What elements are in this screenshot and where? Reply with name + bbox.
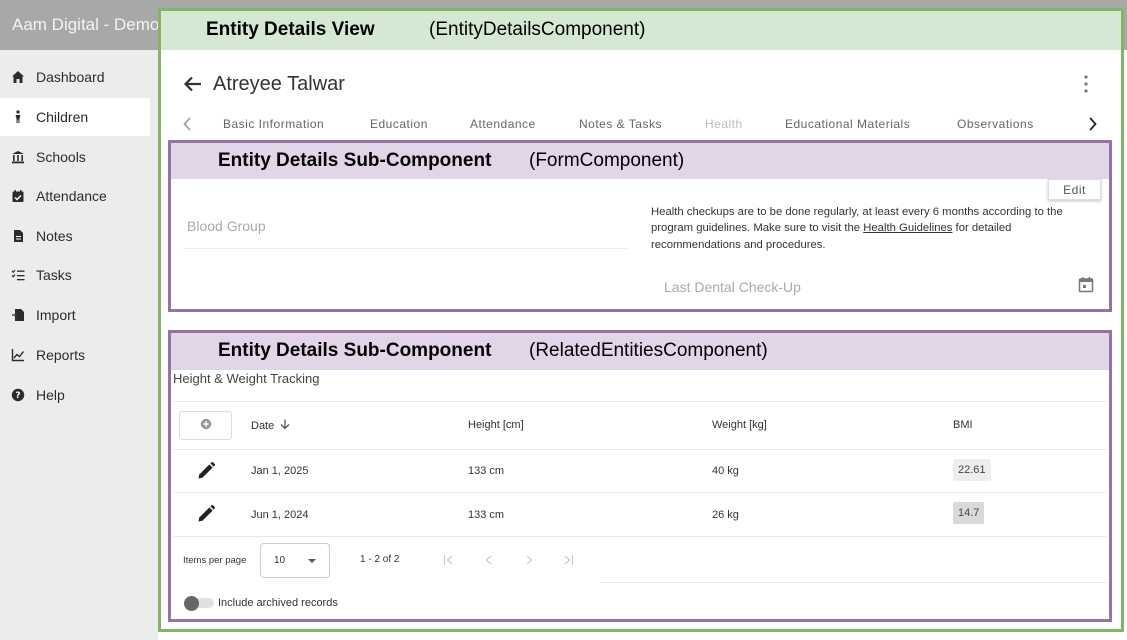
table-cell-weight: 40 kg [712, 465, 739, 477]
tabs-scroll-right-icon[interactable] [1085, 116, 1099, 132]
annotation-component: (RelatedEntitiesComponent) [529, 340, 768, 361]
blood-group-field[interactable]: Blood Group [187, 218, 266, 234]
file-icon [11, 229, 25, 243]
sidebar-item-help[interactable]: ? Help [0, 376, 150, 414]
bmi-badge: 22.61 [953, 459, 991, 481]
sidebar-item-import[interactable]: Import [0, 296, 150, 334]
table-cell-date: Jan 1, 2025 [251, 465, 309, 477]
annotation-title: Entity Details Sub-Component [218, 340, 492, 361]
sort-arrow-down-icon [280, 419, 290, 430]
related-entities-annotation-header: Entity Details Sub-Component (RelatedEnt… [171, 333, 1109, 370]
toggle-thumb [184, 596, 199, 611]
edit-pencil-icon[interactable] [196, 461, 216, 481]
sidebar-item-label: Schools [36, 149, 86, 165]
next-page-icon[interactable] [522, 553, 536, 567]
tabs-scroll-left-icon[interactable] [181, 116, 195, 132]
last-dental-checkup-field[interactable]: Last Dental Check-Up [664, 279, 801, 295]
app-title[interactable]: Aam Digital - Demo [12, 15, 159, 35]
tab-educational-materials[interactable]: Educational Materials [785, 117, 910, 131]
add-record-button[interactable] [179, 411, 232, 440]
sidebar-item-notes[interactable]: Notes [0, 217, 150, 255]
form-component-annotation-header: Entity Details Sub-Component (FormCompon… [171, 143, 1109, 179]
svg-text:?: ? [15, 391, 20, 401]
health-guidelines-link[interactable]: Health Guidelines [863, 222, 952, 234]
page-size-select[interactable]: 10 [260, 543, 330, 578]
column-header-bmi[interactable]: BMI [953, 419, 973, 431]
sidebar-nav: Dashboard Children Schools Attendance No… [0, 50, 158, 640]
sidebar-item-label: Notes [36, 228, 73, 244]
tab-attendance[interactable]: Attendance [470, 117, 536, 131]
divider [173, 449, 1107, 450]
column-header-date[interactable]: Date [251, 419, 290, 432]
calendar-check-icon [11, 189, 25, 203]
include-archived-label: Include archived records [218, 597, 338, 609]
help-circle-icon: ? [11, 388, 25, 402]
annotation-title: Entity Details View [206, 19, 375, 40]
sidebar-item-children[interactable]: Children [0, 98, 150, 136]
sidebar-item-label: Dashboard [36, 69, 105, 85]
tab-notes-tasks[interactable]: Notes & Tasks [579, 117, 662, 131]
annotation-component: (EntityDetailsComponent) [429, 19, 646, 40]
table-cell-height: 133 cm [468, 465, 505, 477]
sidebar-item-label: Tasks [36, 267, 72, 283]
back-arrow-icon[interactable] [182, 73, 204, 95]
edit-pencil-icon[interactable] [196, 504, 216, 524]
field-underline [183, 248, 628, 249]
table-cell-weight: 26 kg [712, 509, 739, 521]
health-info-text: Health checkups are to be done regularly… [651, 206, 1063, 251]
tab-observations[interactable]: Observations [957, 117, 1034, 131]
add-circle-icon [200, 418, 212, 433]
last-page-icon[interactable] [561, 553, 575, 567]
table-cell-height: 133 cm [468, 509, 505, 521]
file-import-icon [11, 308, 25, 322]
sidebar-item-schools[interactable]: Schools [0, 138, 150, 176]
table-cell-date: Jun 1, 2024 [251, 509, 309, 521]
previous-page-icon[interactable] [482, 553, 496, 567]
sidebar-item-tasks[interactable]: Tasks [0, 256, 150, 294]
include-archived-toggle[interactable] [184, 596, 214, 611]
tab-health[interactable]: Health [705, 117, 743, 131]
pagination-range: 1 - 2 of 2 [360, 554, 400, 565]
dropdown-caret-icon [308, 559, 316, 563]
edit-button[interactable]: Edit [1048, 179, 1101, 200]
line-chart-icon [11, 348, 25, 362]
divider [173, 536, 1107, 537]
tab-basic-information[interactable]: Basic Information [223, 117, 324, 131]
divider [173, 492, 1107, 493]
task-list-icon [11, 268, 25, 282]
sidebar-item-reports[interactable]: Reports [0, 336, 150, 374]
annotation-component: (FormComponent) [529, 150, 685, 171]
sidebar-item-label: Help [36, 387, 65, 403]
school-building-icon [11, 150, 25, 164]
section-title: Height & Weight Tracking [173, 371, 320, 386]
divider [600, 582, 1107, 583]
page-size-value: 10 [274, 555, 286, 566]
calendar-icon[interactable] [1078, 276, 1094, 293]
sidebar-item-label: Attendance [36, 188, 107, 204]
annotation-title: Entity Details Sub-Component [218, 150, 492, 171]
home-icon [11, 70, 25, 84]
tab-education[interactable]: Education [370, 117, 428, 131]
divider [173, 401, 1107, 402]
column-header-height[interactable]: Height [cm] [468, 419, 524, 431]
column-header-weight[interactable]: Weight [kg] [712, 419, 767, 431]
sidebar-item-label: Reports [36, 347, 86, 363]
sidebar-item-dashboard[interactable]: Dashboard [0, 58, 150, 96]
entity-title: Atreyee Talwar [213, 73, 345, 95]
items-per-page-label: Items per page [183, 555, 247, 566]
child-icon [11, 110, 25, 124]
entity-details-annotation-header: Entity Details View (EntityDetailsCompon… [161, 11, 1121, 50]
first-page-icon[interactable] [442, 553, 456, 567]
sidebar-item-label: Import [36, 307, 76, 323]
sidebar-item-attendance[interactable]: Attendance [0, 177, 150, 215]
sidebar-item-label: Children [36, 109, 89, 125]
bmi-badge: 14.7 [953, 502, 985, 524]
more-options-icon[interactable] [1078, 74, 1094, 94]
